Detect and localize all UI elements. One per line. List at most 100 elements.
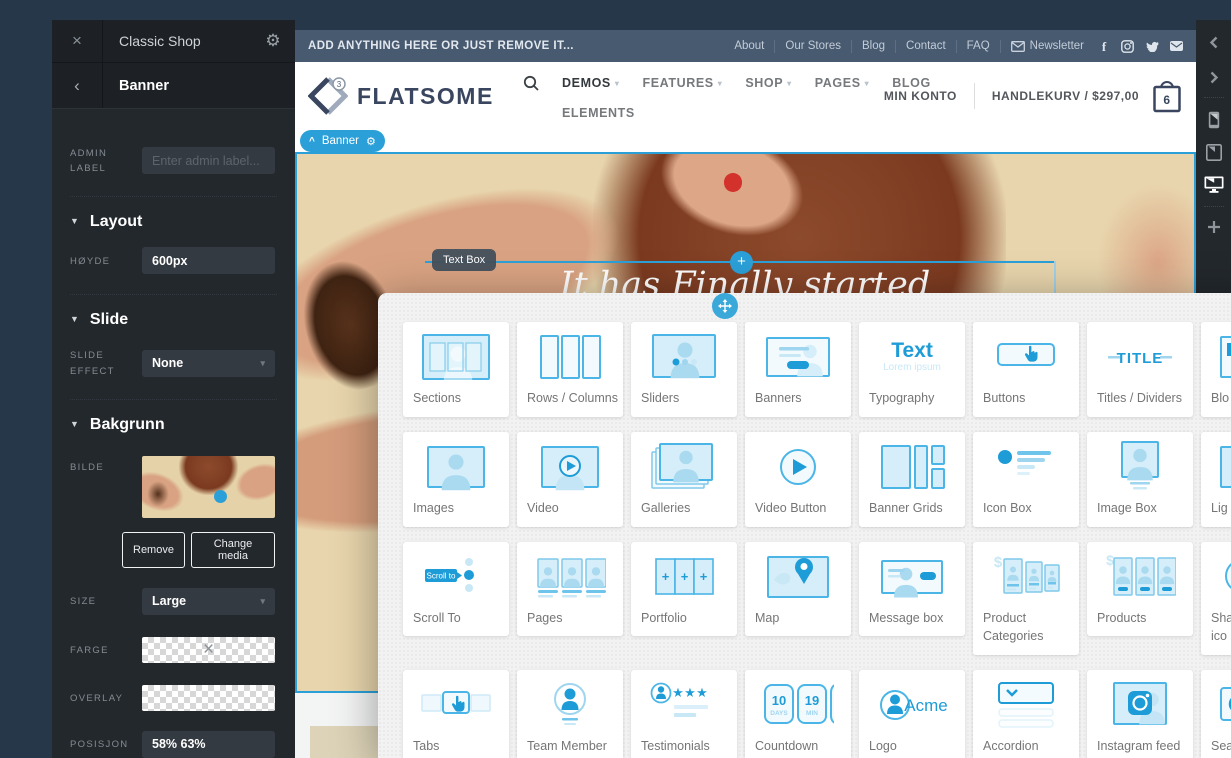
element-tile-blocks[interactable]: Blo [1201, 322, 1231, 417]
nav-item-pages[interactable]: PAGES▾ [815, 76, 869, 90]
add-elements-modal: SectionsRows / ColumnsSlidersBannersText… [378, 293, 1231, 758]
element-tile-countdown[interactable]: 10DAYS19MINCountdown [745, 670, 851, 758]
nav-item-features[interactable]: FEATURES▾ [642, 76, 722, 90]
element-tile-product-categories[interactable]: $Product Categories [973, 542, 1079, 656]
element-tile-team-member[interactable]: Team Member [517, 670, 623, 758]
chevron-up-icon[interactable]: ^ [309, 136, 315, 147]
bilde-label: BILDE [70, 456, 142, 475]
testimonials-icon: ★★★ [631, 670, 737, 735]
focal-point-dot[interactable] [214, 490, 227, 503]
textbox-tooltip: Text Box [432, 249, 496, 271]
add-element-button[interactable]: + [730, 251, 753, 274]
element-tile-products[interactable]: $Products [1087, 542, 1193, 637]
move-handle[interactable] [712, 293, 738, 319]
element-tile-logo[interactable]: AcmeLogo [859, 670, 965, 758]
close-icon[interactable]: × [52, 20, 103, 62]
divider [70, 399, 277, 400]
element-tile-map[interactable]: Map [745, 542, 851, 637]
share-icons-icon [1201, 542, 1231, 607]
chevron-down-icon: ▾ [718, 79, 723, 88]
nav-item-elements[interactable]: ELEMENTS [562, 106, 635, 120]
tile-label: Testimonials [631, 735, 737, 758]
topbar-link-faq[interactable]: FAQ [957, 40, 1000, 52]
element-tile-image-box[interactable]: Image Box [1087, 432, 1193, 527]
lightbox-icon [1201, 432, 1231, 497]
chevron-down-icon: ▾ [615, 79, 620, 88]
topbar-link-our-stores[interactable]: Our Stores [775, 40, 851, 52]
divider [1204, 97, 1224, 98]
svg-text:10: 10 [772, 693, 786, 708]
cart-bag-icon[interactable]: 6 [1151, 78, 1183, 114]
phone-preview-icon[interactable] [1208, 111, 1220, 129]
banner-element-chip[interactable]: ^ Banner ⚙ [300, 130, 385, 152]
desktop-preview-icon[interactable] [1204, 176, 1224, 193]
chevron-right-icon[interactable] [1208, 71, 1220, 84]
search-icon[interactable] [523, 75, 539, 91]
element-tile-share-icons[interactable]: Sha ico [1201, 542, 1231, 656]
element-tile-images[interactable]: Images [403, 432, 509, 527]
account-link[interactable]: MIN KONTO [884, 89, 957, 103]
element-tile-icon-box[interactable]: Icon Box [973, 432, 1079, 527]
back-icon[interactable]: ‹ [52, 63, 103, 108]
gear-icon[interactable]: ⚙ [251, 31, 295, 51]
nav-item-shop[interactable]: SHOP▾ [745, 76, 791, 90]
tablet-preview-icon[interactable] [1206, 144, 1222, 161]
element-tile-titles-dividers[interactable]: TITLETitles / Dividers [1087, 322, 1193, 417]
logo-icon: Acme [859, 670, 965, 735]
caret-down-icon: ▾ [260, 358, 265, 369]
posisjon-input[interactable]: 58% 63% [142, 731, 275, 758]
email-icon[interactable] [1170, 41, 1183, 51]
element-tile-message-box[interactable]: Message box [859, 542, 965, 637]
element-tile-accordion[interactable]: Accordion [973, 670, 1079, 758]
color-swatch[interactable]: × [142, 637, 275, 663]
instagram-icon[interactable] [1121, 40, 1134, 53]
remove-button[interactable]: Remove [122, 532, 185, 568]
element-tile-rows-columns[interactable]: Rows / Columns [517, 322, 623, 417]
slide-effect-select[interactable]: None ▾ [142, 350, 275, 377]
element-tile-search[interactable]: Sea [1201, 670, 1231, 758]
brand-name: FLATSOME [357, 83, 494, 110]
element-tile-pages[interactable]: Pages [517, 542, 623, 637]
builder-sidebar: × Classic Shop ⚙ ‹ Banner ADMIN LABEL En… [52, 20, 295, 758]
element-tile-galleries[interactable]: Galleries [631, 432, 737, 527]
svg-text:$: $ [1106, 552, 1114, 568]
element-tile-sliders[interactable]: Sliders [631, 322, 737, 417]
element-tile-typography[interactable]: TextLorem ipsumTypography [859, 322, 965, 417]
size-select[interactable]: Large ▾ [142, 588, 275, 615]
newsletter-link[interactable]: Newsletter [1001, 40, 1094, 52]
collapse-caret-icon[interactable]: ▼ [70, 314, 79, 324]
element-tile-sections[interactable]: Sections [403, 322, 509, 417]
topbar-link-about[interactable]: About [724, 40, 774, 52]
cart-link[interactable]: HANDLEKURV / $297,00 [992, 89, 1139, 103]
topbar-link-blog[interactable]: Blog [852, 40, 895, 52]
tile-label: Images [403, 497, 509, 527]
element-tile-scroll-to[interactable]: Scroll toScroll To [403, 542, 509, 637]
admin-label-input[interactable]: Enter admin label... [142, 147, 275, 174]
facebook-icon[interactable]: f [1098, 40, 1110, 53]
element-tile-testimonials[interactable]: ★★★Testimonials [631, 670, 737, 758]
element-tile-banner-grids[interactable]: Banner Grids [859, 432, 965, 527]
nav-item-demos[interactable]: DEMOS▾ [562, 76, 619, 90]
flatsome-logo[interactable]: 3 FLATSOME [308, 76, 494, 116]
change-media-button[interactable]: Change media [191, 532, 275, 568]
element-tile-portfolio[interactable]: +++Portfolio [631, 542, 737, 637]
collapse-caret-icon[interactable]: ▼ [70, 216, 79, 226]
add-section-plus-icon[interactable] [1207, 220, 1221, 234]
background-image-thumbnail[interactable] [142, 456, 275, 518]
element-tile-buttons[interactable]: Buttons [973, 322, 1079, 417]
element-tile-lightbox[interactable]: Lig [1201, 432, 1231, 527]
gear-icon[interactable]: ⚙ [366, 135, 376, 148]
images-icon [403, 432, 509, 497]
element-tile-video[interactable]: Video [517, 432, 623, 527]
svg-text:+: + [700, 569, 708, 584]
hoyde-input[interactable]: 600px [142, 247, 275, 274]
topbar-link-contact[interactable]: Contact [896, 40, 956, 52]
element-tile-video-button[interactable]: Video Button [745, 432, 851, 527]
element-tile-instagram-feed[interactable]: Instagram feed [1087, 670, 1193, 758]
element-tile-tabs[interactable]: Tabs [403, 670, 509, 758]
collapse-caret-icon[interactable]: ▼ [70, 419, 79, 429]
overlay-swatch[interactable] [142, 685, 275, 711]
element-tile-banners[interactable]: Banners [745, 322, 851, 417]
chevron-left-icon[interactable] [1208, 36, 1220, 49]
twitter-icon[interactable] [1145, 40, 1159, 52]
